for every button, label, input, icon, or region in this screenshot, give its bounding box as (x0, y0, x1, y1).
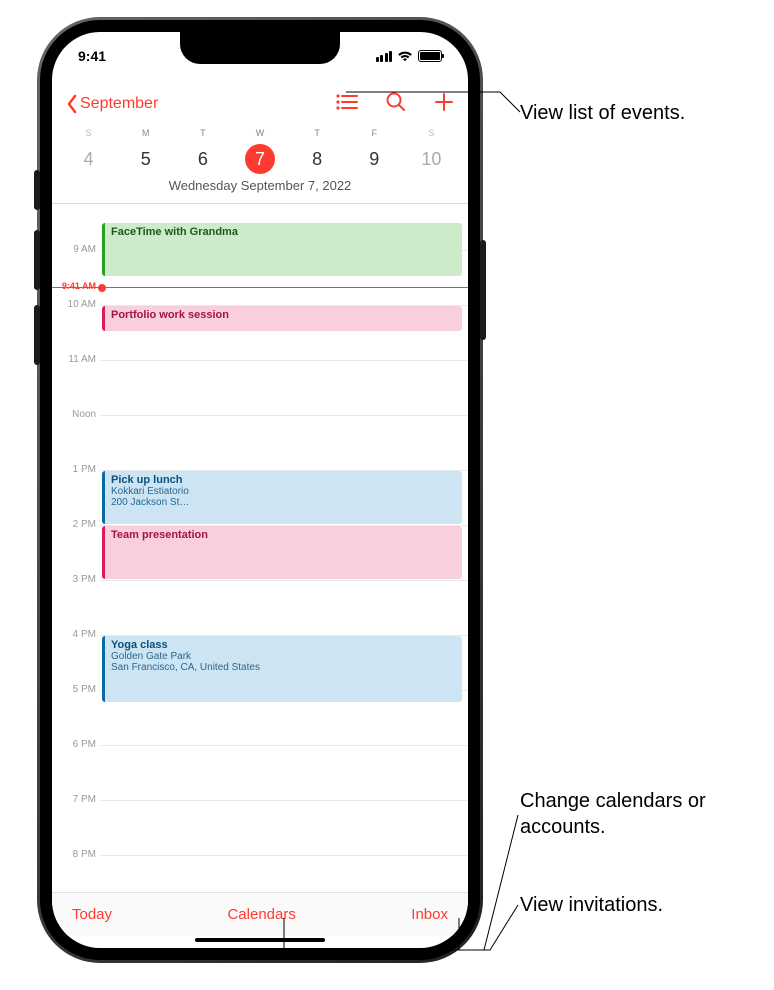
battery-icon (418, 50, 442, 62)
callout-lines (0, 0, 774, 990)
wifi-icon (397, 50, 413, 62)
current-time-indicator: 9:41 AM (52, 287, 468, 288)
cellular-icon (376, 51, 393, 62)
current-time-label: 9:41 AM (52, 281, 96, 291)
callout-calendars: Change calendars or accounts. (520, 788, 774, 840)
notch (180, 32, 340, 64)
callout-inbox: View invitations. (520, 892, 663, 918)
callout-list: View list of events. (520, 100, 685, 126)
status-time: 9:41 (78, 48, 106, 64)
status-right (376, 50, 443, 62)
